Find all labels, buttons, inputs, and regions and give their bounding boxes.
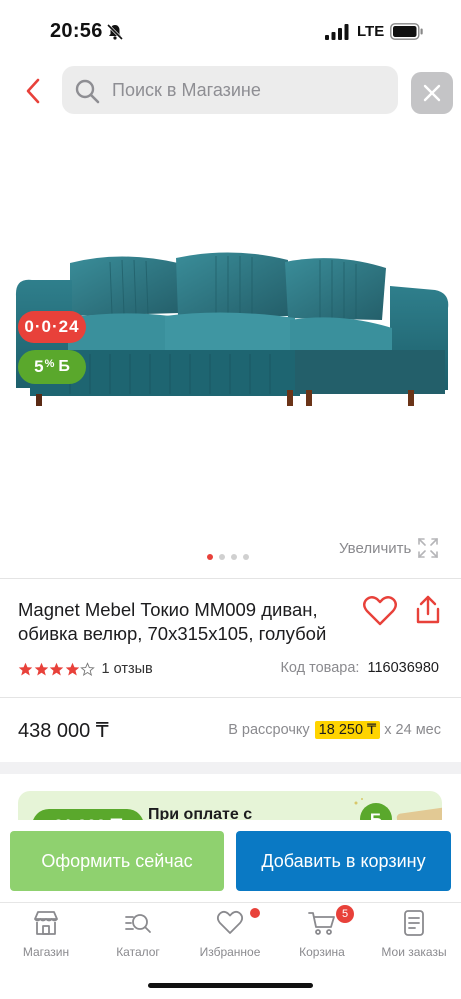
status-time: 20:56 bbox=[50, 20, 103, 42]
product-gallery[interactable]: 0·0·24 5 % Б Увеличить bbox=[0, 118, 461, 578]
network-label: LTE bbox=[357, 23, 385, 40]
gallery-dot-2[interactable] bbox=[219, 554, 225, 560]
signal-icon bbox=[325, 24, 349, 40]
star-filled-icon bbox=[18, 662, 33, 675]
tab-shop[interactable]: Магазин bbox=[0, 909, 92, 965]
back-button[interactable] bbox=[18, 74, 48, 108]
gallery-dot-4[interactable] bbox=[243, 554, 249, 560]
clear-search-button[interactable] bbox=[411, 72, 453, 114]
product-price: 438 000 ₸ bbox=[18, 720, 109, 742]
section-separator bbox=[0, 762, 461, 774]
search-input[interactable]: Поиск в Магазине bbox=[62, 66, 398, 114]
divider bbox=[0, 697, 461, 698]
favorites-notification-dot bbox=[250, 908, 260, 918]
cart-count-badge: 5 bbox=[336, 905, 354, 923]
zoom-button[interactable]: Увеличить bbox=[339, 537, 439, 559]
search-header: Поиск в Магазине bbox=[0, 62, 461, 118]
tab-cart[interactable]: Корзина bbox=[276, 909, 368, 965]
sku-row: Код товара: 116036980 bbox=[280, 660, 439, 676]
share-icon[interactable] bbox=[414, 594, 442, 626]
gallery-dot-1[interactable] bbox=[207, 554, 213, 560]
catalog-search-icon bbox=[125, 914, 151, 933]
timer-badge: 0·0·24 bbox=[18, 311, 86, 343]
reviews-link[interactable]: 1 отзыв bbox=[102, 661, 153, 677]
tab-favorites[interactable]: Избранное bbox=[184, 909, 276, 965]
tab-label: Мои заказы bbox=[381, 945, 447, 959]
product-title: Magnet Mebel Токио MM009 диван, обивка в… bbox=[18, 599, 327, 644]
sku-label: Код товара: bbox=[280, 660, 360, 676]
shop-icon bbox=[34, 911, 58, 935]
tab-label: Избранное bbox=[199, 945, 261, 959]
checkout-now-button[interactable]: Оформить сейчас bbox=[10, 831, 224, 891]
tab-label: Каталог bbox=[116, 945, 160, 959]
gallery-dot-3[interactable] bbox=[231, 554, 237, 560]
star-empty-icon bbox=[80, 661, 95, 676]
action-bar: Оформить сейчас Добавить в корзину bbox=[0, 820, 461, 902]
installment-amount: 18 250 ₸ bbox=[314, 721, 381, 739]
tab-catalog[interactable]: Каталог bbox=[92, 909, 184, 965]
rating-row: 1 отзыв bbox=[18, 659, 153, 679]
installment-term: x 24 мес bbox=[384, 722, 441, 738]
installment-info[interactable]: В рассрочку 18 250 ₸ x 24 мес bbox=[228, 720, 441, 740]
home-indicator bbox=[148, 983, 313, 988]
divider bbox=[0, 578, 461, 579]
tab-label: Магазин bbox=[22, 945, 70, 959]
orders-icon bbox=[404, 910, 424, 936]
close-icon bbox=[423, 84, 441, 102]
cart-icon bbox=[308, 912, 335, 935]
status-bar: 20:56 LTE bbox=[0, 0, 461, 62]
expand-icon bbox=[418, 538, 439, 558]
cashback-currency: Б bbox=[58, 358, 70, 375]
battery-icon bbox=[390, 23, 423, 40]
heart-icon[interactable] bbox=[362, 595, 398, 627]
tab-label: Корзина bbox=[299, 945, 345, 959]
star-filled-icon bbox=[49, 662, 64, 675]
bell-slash-icon bbox=[106, 23, 124, 41]
star-filled-icon bbox=[34, 662, 48, 675]
search-icon bbox=[75, 79, 100, 104]
cashback-badge: 5 % Б bbox=[18, 350, 86, 384]
gallery-pagination bbox=[207, 554, 249, 560]
tab-orders[interactable]: Мои заказы bbox=[368, 909, 460, 965]
add-to-cart-button[interactable]: Добавить в корзину bbox=[236, 831, 451, 891]
sku-value: 116036980 bbox=[367, 660, 439, 676]
zoom-label: Увеличить bbox=[339, 539, 412, 557]
heart-icon bbox=[216, 910, 244, 934]
star-filled-icon bbox=[65, 662, 79, 675]
cashback-percent-sign: % bbox=[44, 358, 55, 370]
installment-label: В рассрочку bbox=[228, 722, 310, 738]
chevron-left-icon bbox=[26, 78, 40, 104]
search-placeholder: Поиск в Магазине bbox=[112, 80, 261, 100]
cashback-percent: 5 bbox=[34, 357, 44, 376]
